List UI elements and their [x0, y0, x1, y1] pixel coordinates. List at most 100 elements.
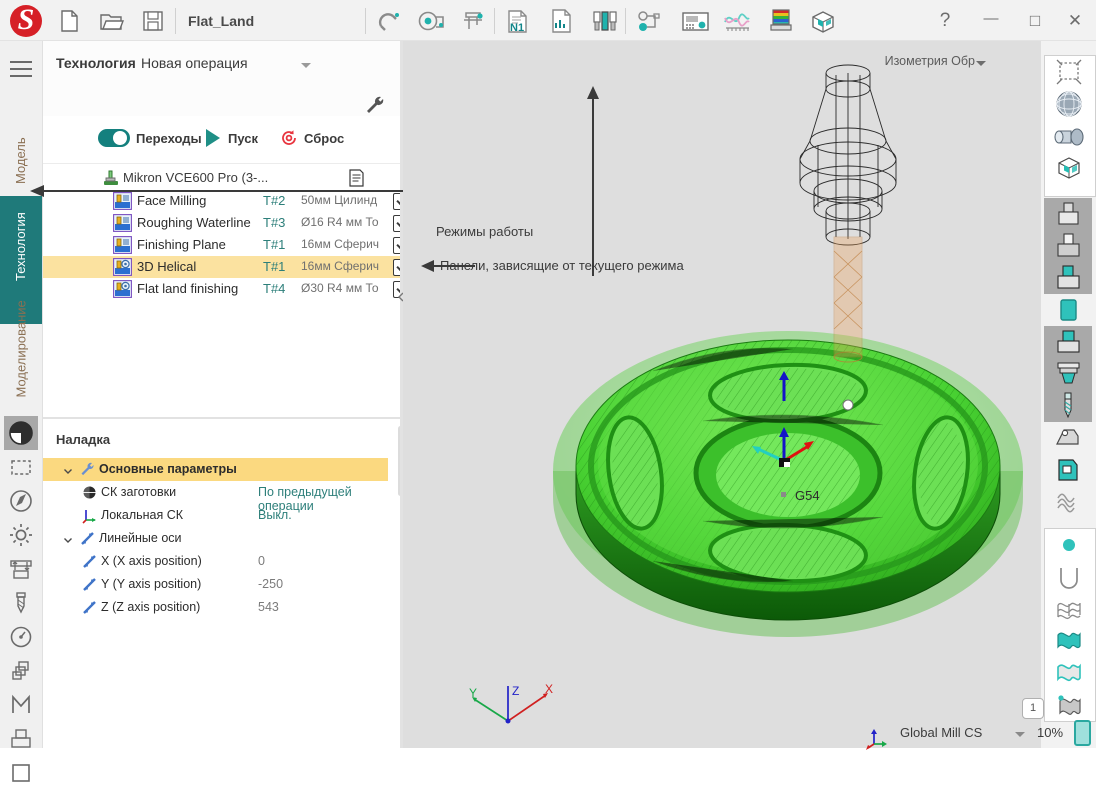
maximize-button[interactable]: □	[1018, 8, 1052, 34]
table-row[interactable]: 3D HelicalT#116мм Сферич	[43, 256, 403, 278]
magnet-snap-button[interactable]	[372, 6, 406, 36]
panel-title: Технология	[56, 55, 136, 71]
properties-title: Наладка	[56, 432, 110, 447]
axis-line-icon	[81, 599, 98, 616]
property-value[interactable]: -250	[258, 577, 283, 591]
property-row[interactable]: X (X axis position) 0	[43, 550, 403, 573]
dashed-rectangle-icon[interactable]	[4, 450, 38, 484]
panel-settings-wrench-icon[interactable]	[363, 93, 387, 117]
caliper-button[interactable]	[456, 6, 490, 36]
shaded-sphere-icon[interactable]	[4, 416, 38, 450]
property-row[interactable]: Y (Y axis position)-250	[43, 573, 403, 596]
axis-line-icon	[79, 530, 96, 547]
chevron-down-icon[interactable]	[63, 533, 73, 543]
table-row[interactable]: Finishing PlaneT#116мм Сферич	[43, 234, 403, 256]
chevron-down-icon[interactable]	[301, 63, 311, 68]
property-row[interactable]: Z (Z axis position)543	[43, 596, 403, 619]
nc-program-button[interactable]: N1	[500, 6, 534, 36]
fixture-block-icon[interactable]	[1044, 454, 1092, 486]
fixture-icon[interactable]	[4, 722, 38, 756]
stock-compare-icon[interactable]	[1044, 262, 1092, 294]
measure-button[interactable]	[414, 6, 448, 36]
stepped-stock-icon[interactable]	[1044, 358, 1092, 390]
holder-icon[interactable]	[1044, 422, 1092, 454]
property-label: X (X axis position)	[101, 554, 202, 568]
part-cylinder-icon[interactable]	[1044, 294, 1092, 326]
mesh-surface-icon[interactable]	[1045, 593, 1093, 625]
save-file-button[interactable]	[138, 6, 168, 36]
compass-icon[interactable]	[4, 484, 38, 518]
operation-name: Finishing Plane	[137, 237, 226, 252]
layers-icon[interactable]	[4, 654, 38, 688]
axis-line-icon	[81, 576, 98, 593]
property-row[interactable]: СК заготовкиПо предыдущей операции	[43, 481, 403, 504]
operation-tool-description: Ø30 R4 мм То	[301, 281, 393, 295]
stock-height-icon[interactable]	[4, 552, 38, 586]
new-file-button[interactable]	[54, 6, 84, 36]
outline-surface-icon[interactable]	[1045, 657, 1093, 689]
toolbar-divider-3	[494, 8, 495, 34]
reset-icon[interactable]	[279, 128, 299, 148]
minimize-button[interactable]: —	[974, 8, 1008, 34]
application-window: S Flat_Land N1	[0, 0, 1096, 748]
letter-m-icon[interactable]	[4, 688, 38, 722]
annotation-panels-label: Панели, зависящие от текущего режима	[440, 258, 684, 273]
cnc-controller-button[interactable]	[678, 6, 712, 36]
property-row[interactable]: Локальная СК Выкл.	[43, 504, 403, 527]
property-value[interactable]: 0	[258, 554, 265, 568]
stock-silver-icon[interactable]	[1044, 230, 1092, 262]
teal-surface-icon[interactable]	[1045, 625, 1093, 657]
property-row[interactable]: Линейные оси	[43, 527, 403, 550]
property-label: Локальная СК	[101, 508, 183, 522]
play-icon[interactable]	[206, 129, 220, 147]
section-cube-icon[interactable]	[1045, 152, 1093, 184]
coordinate-system-icon	[865, 724, 891, 750]
gauge-icon[interactable]	[4, 620, 38, 654]
annotation-overlay	[403, 41, 1041, 341]
tool-library-button[interactable]	[588, 6, 622, 36]
report-button[interactable]	[544, 6, 578, 36]
operation-combo[interactable]: Новая операция	[141, 55, 248, 71]
wire-sphere-icon[interactable]	[1045, 88, 1093, 120]
end-mill-icon[interactable]	[4, 586, 38, 620]
hamburger-menu-icon[interactable]	[10, 61, 32, 77]
left-rail: Модель Технология Моделирование	[0, 41, 43, 748]
heatmap-button[interactable]	[764, 6, 798, 36]
property-value[interactable]: Выкл.	[258, 508, 292, 522]
square-outline-icon[interactable]	[4, 756, 38, 790]
table-row[interactable]: Flat land finishingT#4Ø30 R4 мм То	[43, 278, 403, 300]
stock-gray-icon[interactable]	[1044, 198, 1092, 230]
coordinate-system-label[interactable]: Global Mill CS	[900, 725, 982, 740]
shaded-solid-icon[interactable]	[1045, 120, 1093, 152]
zoom-slider[interactable]	[1074, 720, 1091, 746]
gear-icon[interactable]	[4, 518, 38, 552]
property-value[interactable]: 543	[258, 600, 279, 614]
feed-curve-button[interactable]	[720, 6, 754, 36]
zoom-level-label: 10%	[1037, 725, 1063, 740]
stock-box-button[interactable]	[806, 6, 840, 36]
u-curve-icon[interactable]	[1045, 561, 1093, 593]
panel-horizontal-splitter[interactable]	[43, 417, 403, 419]
chevron-down-icon[interactable]	[63, 464, 73, 474]
reset-button-label[interactable]: Сброс	[304, 131, 344, 146]
transitions-toggle[interactable]	[98, 129, 130, 147]
transitions-label[interactable]: Переходы	[136, 131, 202, 146]
open-file-button[interactable]	[96, 6, 126, 36]
3d-viewport[interactable]: Изометрия Обр	[403, 41, 1041, 748]
operation-tool-number: T#4	[263, 281, 285, 296]
fit-to-screen-icon[interactable]	[1045, 56, 1093, 88]
dot-icon[interactable]	[1045, 529, 1093, 561]
hatch-icon[interactable]	[1044, 486, 1092, 518]
property-row[interactable]: Основные параметры	[43, 458, 388, 481]
close-button[interactable]: ✕	[1058, 8, 1092, 34]
node-graph-button[interactable]	[632, 6, 666, 36]
help-button[interactable]: ?	[928, 8, 962, 34]
marked-surface-icon[interactable]	[1045, 689, 1093, 721]
operation-tool-number: T#1	[263, 237, 285, 252]
end-mill-icon[interactable]	[1044, 390, 1092, 422]
globe-icon	[81, 484, 98, 501]
run-button-label[interactable]: Пуск	[228, 131, 258, 146]
result-stock-icon[interactable]	[1044, 326, 1092, 358]
coordinate-system-chevron-icon[interactable]	[1015, 732, 1025, 737]
title-bar: S Flat_Land N1	[0, 0, 1096, 41]
